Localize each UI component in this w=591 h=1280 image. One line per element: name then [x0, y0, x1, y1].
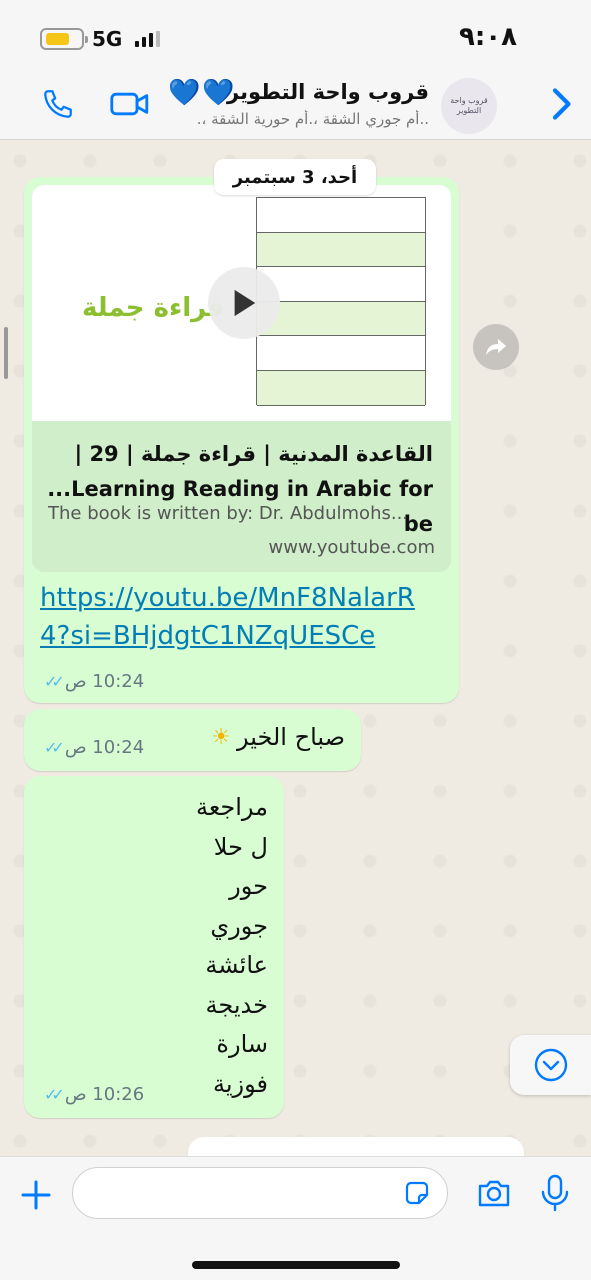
network-label: 5G: [92, 27, 123, 51]
back-button[interactable]: [539, 82, 583, 126]
sticker-button[interactable]: [400, 1176, 434, 1210]
play-icon: [234, 289, 256, 317]
thumbnail-label: قراءة جملة: [82, 293, 225, 323]
signal-icon: [135, 31, 160, 47]
message-meta: ✓✓ 10:24 ص: [44, 671, 144, 692]
link-preview[interactable]: قراءة جملة القاعدة المدنية | قراءة جملة …: [32, 185, 451, 572]
thumbnail-verses-table: [256, 197, 426, 406]
chat-area[interactable]: أحد، 3 سبتمبر قراءة جملة القاعدة المدنية…: [0, 141, 591, 1156]
home-indicator: [192, 1261, 400, 1269]
sticker-icon: [405, 1181, 429, 1205]
list-item: حور: [229, 872, 268, 900]
scroll-to-bottom-button[interactable]: [510, 1035, 591, 1095]
message-meta: ✓✓ 10:26 ص: [44, 1084, 144, 1105]
microphone-icon: [541, 1174, 569, 1212]
link-domain: www.youtube.com: [268, 537, 435, 558]
forward-arrow-icon: [486, 339, 506, 355]
message-time: 10:24 ص: [64, 671, 145, 692]
list-item: فوزية: [212, 1069, 268, 1098]
video-thumbnail[interactable]: قراءة جملة: [32, 185, 451, 421]
list-item: خديجة: [205, 990, 268, 1019]
date-separator: أحد، 3 سبتمبر: [214, 159, 376, 195]
attach-button[interactable]: [14, 1173, 58, 1217]
camera-button[interactable]: [472, 1171, 516, 1215]
message-time: 10:24 ص: [64, 737, 145, 758]
incoming-message-bubble[interactable]: [188, 1137, 524, 1156]
link-title-line1: القاعدة المدنية | قراءة جملة | 29 |: [74, 442, 433, 466]
status-time: ٩:٠٨: [458, 22, 517, 52]
message-input[interactable]: [72, 1167, 448, 1219]
group-members[interactable]: ..أم جوري الشقة ،.أم حورية الشقة ،.: [179, 110, 429, 128]
greeting-message-bubble[interactable]: صباح الخير ☀ ✓✓ 10:24 ص: [24, 709, 361, 771]
read-ticks-icon: ✓✓: [44, 1085, 65, 1104]
play-button[interactable]: [208, 267, 280, 339]
message-time: 10:26 ص: [64, 1084, 145, 1105]
greeting-text: صباح الخير: [236, 723, 345, 751]
chat-header: 💙💙 قروب واحة التطوير ..أم جوري الشقة ،.أ…: [0, 72, 591, 140]
read-ticks-icon: ✓✓: [44, 738, 65, 757]
group-title[interactable]: قروب واحة التطوير: [227, 80, 429, 104]
input-bar: [0, 1156, 591, 1280]
list-item: سارة: [216, 1030, 268, 1058]
scroll-indicator: [4, 327, 8, 379]
phone-icon: [44, 90, 72, 118]
group-avatar[interactable]: قروب واحة التطوير: [441, 78, 497, 134]
youtube-link[interactable]: https://youtu.be/MnF8NalarR4?si=BHjdgtC1…: [40, 579, 445, 655]
forward-button[interactable]: [473, 324, 519, 370]
battery-icon: [40, 28, 88, 50]
status-bar: 5G ٩:٠٨: [0, 0, 591, 72]
sun-emoji: ☀: [211, 724, 231, 750]
voice-call-button[interactable]: [36, 82, 80, 126]
names-message-bubble[interactable]: مراجعة ل حلا حور جوري عائشة خديجة سارة ف…: [24, 776, 284, 1118]
message-meta: ✓✓ 10:24 ص: [44, 737, 144, 758]
plus-icon: [21, 1180, 51, 1210]
names-list: مراجعة ل حلا حور جوري عائشة خديجة سارة ف…: [196, 788, 268, 1104]
avatar-calligraphy: قروب واحة التطوير: [450, 96, 488, 115]
list-item: عائشة: [205, 951, 268, 979]
list-item: ل حلا: [213, 832, 268, 861]
microphone-button[interactable]: [533, 1171, 577, 1215]
camera-icon: [478, 1180, 510, 1207]
link-message-bubble[interactable]: قراءة جملة القاعدة المدنية | قراءة جملة …: [24, 177, 459, 703]
read-ticks-icon: ✓✓: [44, 672, 65, 691]
video-camera-icon: [110, 92, 149, 116]
chevron-right-icon: [552, 88, 571, 120]
link-description: The book is written by: Dr. Abdulmohs...: [48, 503, 409, 524]
list-item: مراجعة: [195, 793, 268, 821]
chevron-down-icon: [534, 1048, 567, 1082]
link-title: القاعدة المدنية | قراءة جملة | 29 | ...L…: [43, 437, 433, 542]
list-item: جوري: [210, 911, 268, 940]
video-call-button[interactable]: [108, 82, 152, 126]
